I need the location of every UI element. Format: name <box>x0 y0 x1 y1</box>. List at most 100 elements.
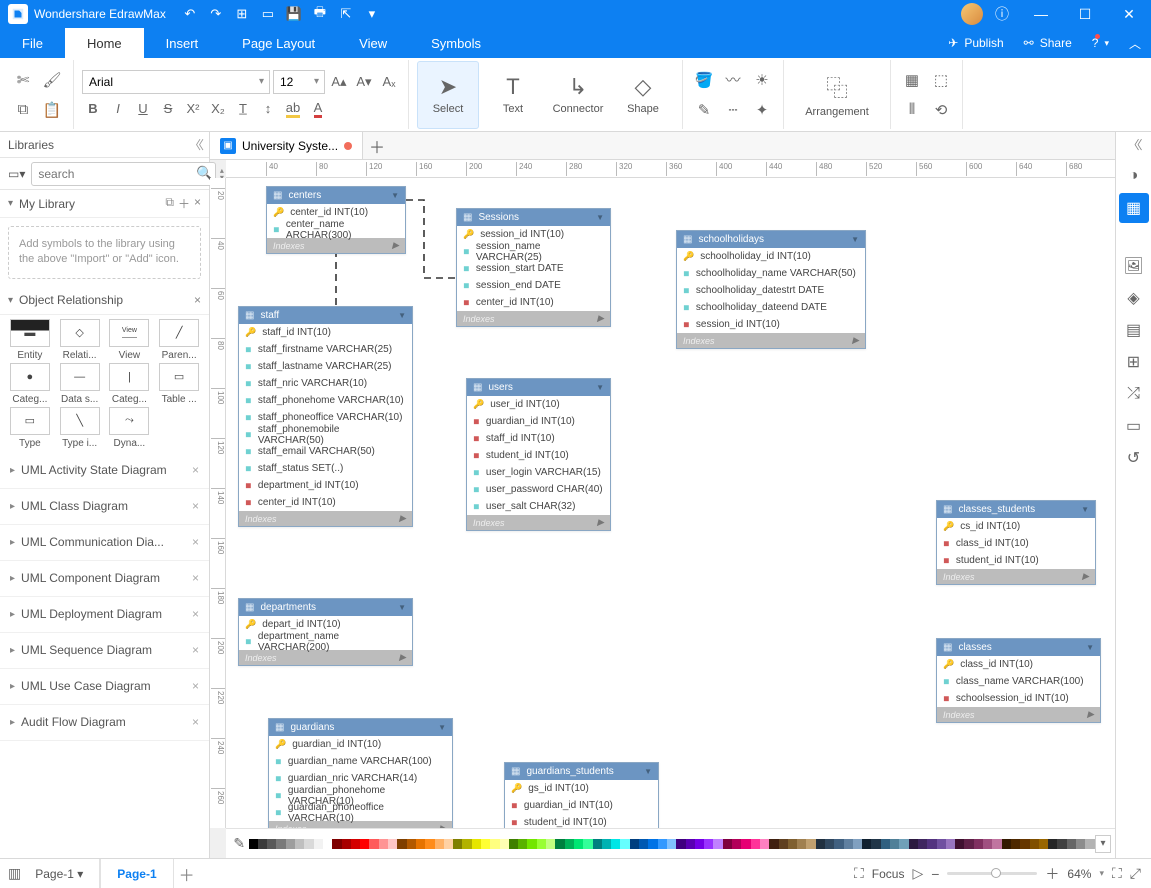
color-swatch[interactable] <box>444 839 453 849</box>
color-swatch[interactable] <box>276 839 285 849</box>
erd-field[interactable]: ◆center_name ARCHAR(300) <box>267 221 405 238</box>
align-icon[interactable]: ▦ <box>899 67 925 93</box>
fit-page-icon[interactable]: ⛶ <box>1112 865 1122 882</box>
shape-thumb[interactable]: ▭Type <box>6 407 54 449</box>
indexes-row[interactable]: Indexes▶ <box>239 511 412 526</box>
help-button[interactable]: ?▾ <box>1082 28 1119 58</box>
user-avatar[interactable] <box>961 3 983 25</box>
color-swatch[interactable] <box>509 839 518 849</box>
pen-icon[interactable]: ✎ <box>691 97 717 123</box>
erd-field[interactable]: ◆session_id INT(10) <box>677 316 865 333</box>
color-swatch[interactable] <box>779 839 788 849</box>
add-document-tab[interactable]: ＋ <box>363 132 391 159</box>
color-swatch[interactable] <box>648 839 657 849</box>
export-button[interactable]: ⇱ <box>334 2 358 26</box>
erd-field[interactable]: ◆staff_lastname VARCHAR(25) <box>239 358 412 375</box>
document-tab[interactable]: ▣ University Syste... <box>210 132 363 159</box>
color-swatch[interactable] <box>620 839 629 849</box>
library-search-input[interactable] <box>31 162 216 186</box>
erd-field[interactable]: ◆department_name VARCHAR(200) <box>239 633 412 650</box>
erd-entity-guardians_students[interactable]: ▦guardians_students▼🔑gs_id INT(10)◆guard… <box>504 762 659 828</box>
color-swatch[interactable] <box>1076 839 1085 849</box>
erd-field[interactable]: ◆schoolholiday_datestrt DATE <box>677 282 865 299</box>
erd-field[interactable]: ◆user_salt CHAR(32) <box>467 498 610 515</box>
superscript-icon[interactable]: X² <box>182 98 204 120</box>
import-icon[interactable]: ⧉ <box>165 195 174 212</box>
collapse-icon[interactable]: ▼ <box>391 191 399 200</box>
shape-thumb[interactable]: ViewView <box>106 319 154 361</box>
erd-field[interactable]: 🔑gs_id INT(10) <box>505 780 658 797</box>
color-swatch[interactable] <box>435 839 444 849</box>
indexes-row[interactable]: Indexes▶ <box>467 515 610 530</box>
minimize-button[interactable]: — <box>1019 0 1063 28</box>
erd-field[interactable]: 🔑cs_id INT(10) <box>937 518 1095 535</box>
menu-tab-symbols[interactable]: Symbols <box>409 28 503 58</box>
color-swatch[interactable] <box>425 839 434 849</box>
shape-thumb[interactable]: ●Categ... <box>6 363 54 405</box>
fullscreen-icon[interactable]: ⤢ <box>1130 865 1141 882</box>
color-swatch[interactable] <box>983 839 992 849</box>
add-page-button[interactable]: ＋ <box>174 862 200 886</box>
color-swatch[interactable] <box>472 839 481 849</box>
color-swatch[interactable] <box>1057 839 1066 849</box>
page-tab[interactable]: Page-1 <box>101 859 173 888</box>
color-swatch[interactable] <box>602 839 611 849</box>
menu-tab-page-layout[interactable]: Page Layout <box>220 28 337 58</box>
library-category[interactable]: ▸UML Communication Dia...× <box>0 525 209 561</box>
collapse-libraries-icon[interactable]: 〈〈 <box>189 136 201 153</box>
my-library-section[interactable]: ▾ My Library ⧉＋× <box>0 190 209 218</box>
redo-button[interactable]: ↷ <box>204 2 228 26</box>
cut-icon[interactable]: ✄ <box>10 67 36 93</box>
layers-icon[interactable]: ◈ <box>1119 283 1149 313</box>
color-swatch[interactable] <box>1039 839 1048 849</box>
new-button[interactable]: ⊞ <box>230 2 254 26</box>
close-category-icon[interactable]: × <box>192 571 199 585</box>
color-swatch[interactable] <box>630 839 639 849</box>
add-icon[interactable]: ＋ <box>178 195 190 212</box>
color-swatch[interactable] <box>323 839 332 849</box>
play-icon[interactable]: ▭ <box>1119 411 1149 441</box>
color-swatch[interactable] <box>723 839 732 849</box>
rotate-icon[interactable]: ⟲ <box>928 97 954 123</box>
erd-field[interactable]: ◆department_id INT(10) <box>239 477 412 494</box>
color-swatch[interactable] <box>695 839 704 849</box>
close-section-icon[interactable]: × <box>194 293 201 307</box>
indexes-row[interactable]: Indexes▶ <box>457 311 610 326</box>
erd-field[interactable]: ◆staff_phonemobile VARCHAR(50) <box>239 426 412 443</box>
color-swatch[interactable] <box>686 839 695 849</box>
shape-thumb[interactable]: |Categ... <box>106 363 154 405</box>
collapse-icon[interactable]: ▼ <box>398 603 406 612</box>
erd-entity-classes_students[interactable]: ▦classes_students▼🔑cs_id INT(10)◆class_i… <box>936 500 1096 585</box>
erd-field[interactable]: ◆guardian_phoneoffice VARCHAR(10) <box>269 804 452 821</box>
shuffle-icon[interactable]: ⤮ <box>1119 379 1149 409</box>
color-swatch[interactable] <box>751 839 760 849</box>
color-swatch[interactable] <box>397 839 406 849</box>
collapse-ribbon-button[interactable]: ︿ <box>1119 28 1151 58</box>
menu-tab-insert[interactable]: Insert <box>144 28 221 58</box>
qat-options-button[interactable]: ▾ <box>360 2 384 26</box>
erd-entity-classes[interactable]: ▦classes▼🔑class_id INT(10)◆class_name VA… <box>936 638 1101 723</box>
collapse-icon[interactable]: ▼ <box>398 311 406 320</box>
color-swatch[interactable] <box>992 839 1001 849</box>
decrease-font-icon[interactable]: A▾ <box>353 71 375 93</box>
erd-field[interactable]: ◆student_id INT(10) <box>505 814 658 828</box>
image-icon[interactable]: 🖼 <box>1119 251 1149 281</box>
color-swatch[interactable] <box>927 839 936 849</box>
color-swatch[interactable] <box>769 839 778 849</box>
erd-field[interactable]: ◆user_login VARCHAR(15) <box>467 464 610 481</box>
color-swatch[interactable] <box>1085 839 1094 849</box>
zoom-in-icon[interactable]: ＋ <box>1045 864 1059 884</box>
color-swatch[interactable] <box>1048 839 1057 849</box>
color-swatch[interactable] <box>639 839 648 849</box>
menu-tab-view[interactable]: View <box>337 28 409 58</box>
save-button[interactable]: 💾 <box>282 2 306 26</box>
shape-thumb[interactable]: ╱Paren... <box>155 319 203 361</box>
erd-field[interactable]: 🔑user_id INT(10) <box>467 396 610 413</box>
color-swatch[interactable] <box>555 839 564 849</box>
menu-tab-home[interactable]: Home <box>65 28 144 58</box>
collapse-icon[interactable]: ▼ <box>1081 505 1089 514</box>
erd-field[interactable]: ◆guardian_id INT(10) <box>505 797 658 814</box>
color-swatch[interactable] <box>611 839 620 849</box>
zoom-out-icon[interactable]: − <box>931 866 939 882</box>
erd-field[interactable]: ◆student_id INT(10) <box>467 447 610 464</box>
